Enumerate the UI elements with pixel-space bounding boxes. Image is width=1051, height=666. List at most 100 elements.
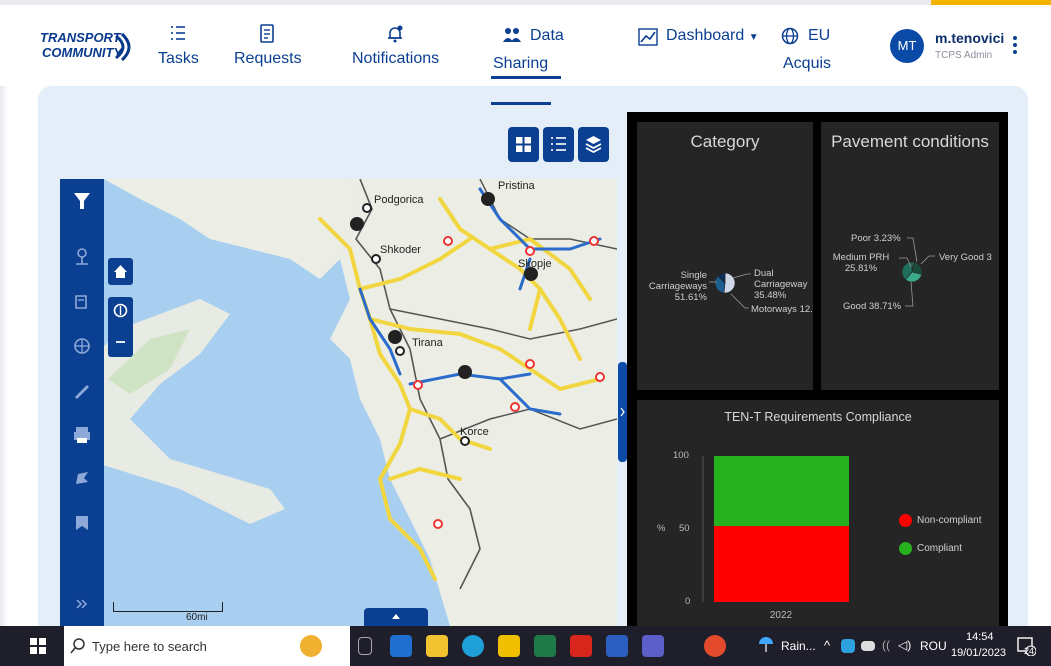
map-view[interactable]: Podgorica Pristina Shkoder Skopje Tirana… bbox=[60, 179, 617, 626]
active-tab-indicator bbox=[491, 76, 561, 79]
expand-toolbar-button[interactable] bbox=[60, 589, 104, 619]
nav-notifications[interactable]: Notifications bbox=[352, 24, 439, 68]
app: TRANSPORT COMMUNITY Tasks Requests Notif… bbox=[0, 0, 1051, 666]
tent-card: TEN-T Requirements Compliance 100 50 0 %… bbox=[637, 400, 999, 626]
task-view-icon[interactable] bbox=[358, 637, 372, 655]
basemap-tool[interactable] bbox=[60, 324, 104, 368]
home-button[interactable] bbox=[108, 258, 133, 285]
pav-medium-l1: Medium PRH bbox=[832, 252, 890, 263]
panel-collapse-handle[interactable] bbox=[618, 362, 627, 462]
excel-icon[interactable] bbox=[534, 635, 556, 657]
copilot-icon[interactable] bbox=[300, 635, 322, 657]
nav-data-label[interactable]: Data bbox=[530, 27, 564, 45]
home-icon bbox=[114, 265, 127, 278]
zoom-controls bbox=[108, 297, 133, 357]
cat-single-l3: 51.61% bbox=[674, 292, 707, 303]
map-toolbar bbox=[60, 179, 104, 626]
person-pin-icon bbox=[76, 248, 88, 265]
pie-slice-single-carriageways[interactable] bbox=[723, 272, 736, 294]
share-tool[interactable] bbox=[60, 456, 104, 500]
battery-icon[interactable] bbox=[861, 641, 875, 651]
bar-compliant-2022[interactable] bbox=[714, 456, 849, 527]
pavement-pie-slices bbox=[901, 261, 923, 283]
legend-non-compliant-dot bbox=[899, 514, 912, 527]
clock-date[interactable]: 19/01/2023 bbox=[951, 647, 1006, 659]
filter-icon bbox=[74, 193, 90, 209]
logo-arc-icon bbox=[115, 32, 131, 62]
nav-acquis-label[interactable]: Acquis bbox=[783, 55, 831, 73]
grid-icon bbox=[516, 137, 531, 152]
pav-medium-l2: 25.81% bbox=[844, 263, 878, 274]
search-icon bbox=[70, 638, 86, 659]
tray-chevron-icon[interactable]: ^ bbox=[824, 638, 830, 653]
bottom-panel-toggle[interactable] bbox=[364, 608, 428, 626]
notification-count: 24 bbox=[1024, 646, 1035, 656]
acrobat-icon[interactable] bbox=[570, 635, 592, 657]
nav-sharing-label[interactable]: Sharing bbox=[493, 55, 548, 73]
volume-icon[interactable]: ◁) bbox=[898, 638, 911, 652]
pav-very-good: Very Good 3 bbox=[939, 252, 992, 263]
tray-app-icon[interactable] bbox=[841, 639, 855, 653]
pav-good: Good 38.71% bbox=[843, 301, 902, 312]
print-tool[interactable] bbox=[60, 412, 104, 456]
locate-tool[interactable] bbox=[60, 236, 104, 280]
nav-tasks[interactable]: Tasks bbox=[158, 24, 199, 68]
cat-dual-l1: Dual bbox=[754, 268, 774, 279]
measure-tool[interactable] bbox=[60, 280, 104, 324]
share-icon bbox=[76, 472, 88, 484]
globe-icon bbox=[781, 27, 799, 50]
outlook-icon[interactable] bbox=[390, 635, 412, 657]
map-base-svg: Podgorica Pristina Shkoder Skopje Tirana… bbox=[60, 179, 617, 626]
user-role: TCPS Admin bbox=[935, 50, 993, 61]
legend-compliant[interactable]: Compliant bbox=[917, 543, 962, 554]
chevron-up-icon bbox=[392, 614, 400, 619]
cat-single-l2: Carriageways bbox=[648, 281, 707, 292]
teams-icon[interactable] bbox=[642, 635, 664, 657]
weather-text[interactable]: Rain... bbox=[781, 639, 816, 653]
bar-non-compliant-2022[interactable] bbox=[714, 526, 849, 602]
windows-start-icon[interactable] bbox=[30, 638, 46, 659]
top-accent bbox=[0, 0, 1051, 5]
bookmark-tool[interactable] bbox=[60, 500, 104, 544]
chrome-icon[interactable] bbox=[704, 635, 726, 657]
nav-eu-label[interactable]: EU bbox=[808, 27, 830, 45]
notes-icon[interactable] bbox=[498, 635, 520, 657]
scale-label: 60mi bbox=[186, 612, 208, 623]
nav-dashboard[interactable]: Dashboard ▼ bbox=[666, 27, 759, 45]
clock-time[interactable]: 14:54 bbox=[966, 631, 994, 643]
category-pie-slices bbox=[714, 272, 736, 294]
edge-icon[interactable] bbox=[462, 635, 484, 657]
draw-tool[interactable] bbox=[60, 368, 104, 412]
zoom-out-icon[interactable] bbox=[108, 329, 133, 356]
top-accent-gold bbox=[931, 0, 1051, 5]
grid-view-button[interactable] bbox=[508, 127, 539, 162]
chevron-right-icon bbox=[620, 407, 625, 417]
pavement-card: Pavement conditions Poor 3.23% Medium PR… bbox=[821, 122, 999, 390]
pencil-icon bbox=[75, 385, 89, 399]
taskbar-search-placeholder: Type here to search bbox=[92, 639, 207, 654]
legend-non-compliant[interactable]: Non-compliant bbox=[917, 515, 981, 526]
category-card: Category Single Carriageways 51.61% Dual… bbox=[637, 122, 813, 390]
more-options-icon[interactable] bbox=[1010, 36, 1020, 58]
list-view-button[interactable] bbox=[543, 127, 574, 162]
layers-button[interactable] bbox=[578, 127, 609, 162]
left-edge-shadow bbox=[0, 86, 8, 626]
tent-xtick-2022: 2022 bbox=[770, 610, 793, 621]
zoom-in-icon[interactable] bbox=[108, 297, 133, 324]
legend-compliant-dot bbox=[899, 542, 912, 555]
transport-community-logo[interactable]: TRANSPORT COMMUNITY bbox=[40, 30, 140, 74]
nav-requests-label: Requests bbox=[234, 50, 302, 67]
user-avatar[interactable]: MT bbox=[890, 29, 924, 63]
file-explorer-icon[interactable] bbox=[426, 635, 448, 657]
filter-tool[interactable] bbox=[60, 179, 104, 223]
nav-requests[interactable]: Requests bbox=[234, 24, 302, 68]
category-pie bbox=[709, 272, 751, 309]
language-indicator[interactable]: ROU bbox=[920, 639, 947, 653]
double-chevron-icon bbox=[76, 599, 88, 609]
word-icon[interactable] bbox=[606, 635, 628, 657]
map-label-podgorica: Podgorica bbox=[374, 194, 424, 206]
wifi-icon[interactable]: (( bbox=[882, 638, 890, 652]
user-name[interactable]: m.tenovici bbox=[935, 30, 1004, 46]
pav-poor: Poor 3.23% bbox=[851, 233, 901, 244]
windows-taskbar: Type here to search Rain... ^ (( ◁) ROU … bbox=[0, 626, 1051, 666]
